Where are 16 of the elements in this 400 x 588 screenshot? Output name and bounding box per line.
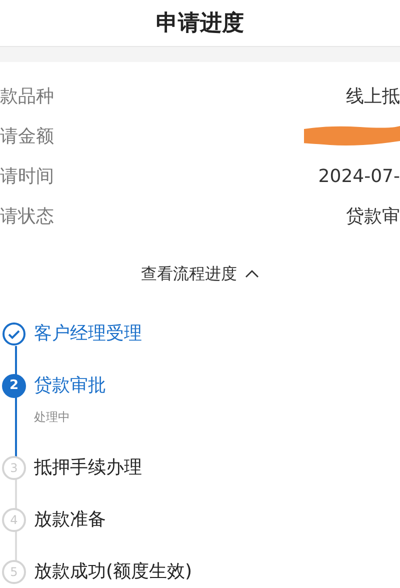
step-number: 2 (2, 374, 26, 398)
detail-label: 请时间 (0, 164, 54, 188)
step-status: 处理中 (34, 409, 71, 426)
detail-label: 请金额 (0, 124, 54, 148)
detail-value: 线上抵 (346, 84, 400, 108)
step-name: 放款准备 (34, 508, 106, 532)
detail-label: 请状态 (0, 204, 54, 228)
toggle-button[interactable]: 查看流程进度 (141, 262, 259, 286)
step-name: 放款成功(额度生效) (34, 560, 192, 584)
step-name: 抵押手续办理 (34, 456, 142, 480)
detail-value: 贷款审 (346, 204, 400, 228)
step-name: 客户经理受理 (34, 322, 142, 346)
detail-value: 2024-07- (318, 164, 400, 188)
detail-label: 款品种 (0, 84, 54, 108)
step-name: 贷款审批 (34, 374, 106, 398)
page-title: 申请进度 (156, 10, 244, 38)
